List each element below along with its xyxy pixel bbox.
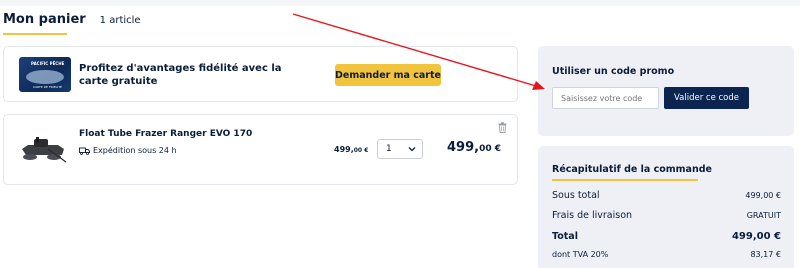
summary-title: Récapitulatif de la commande (552, 164, 712, 175)
card-subtitle: CARTE DE FIDÉLITÉ (33, 85, 62, 89)
unit-price: 499,00 € (334, 145, 368, 154)
cart-line-item: Float Tube Frazer Ranger EVO 170 Expédit… (3, 114, 518, 185)
loyalty-banner: PACIFIC PÊCHE CARTE DE FIDÉLITÉ Profitez… (3, 46, 518, 102)
chevron-down-icon (408, 147, 416, 152)
summary-label: Sous total (552, 190, 600, 201)
page-title: Mon panier (3, 12, 86, 27)
promo-title: Utiliser un code promo (552, 66, 675, 77)
shipping-info: Expédition sous 24 h (79, 146, 177, 155)
summary-label: Total (552, 231, 578, 242)
unit-price-cents: 00 € (353, 147, 369, 154)
order-summary: Récapitulatif de la commande Sous total … (538, 146, 794, 268)
loyalty-text: Profitez d'avantages fidélité avec la ca… (79, 63, 282, 87)
product-image[interactable] (18, 135, 68, 165)
loyalty-card-image: PACIFIC PÊCHE CARTE DE FIDÉLITÉ (19, 57, 71, 92)
summary-label: dont TVA 20% (552, 250, 609, 259)
summary-underline (552, 179, 698, 181)
line-total-main: 499, (447, 140, 480, 155)
summary-value: 83,17 € (750, 250, 781, 259)
line-total-cents: 00 € (479, 144, 501, 154)
promo-panel: Utiliser un code promo Valider ce code (538, 46, 794, 136)
shipping-label: Expédition sous 24 h (93, 146, 177, 155)
unit-price-main: 499, (334, 145, 354, 154)
title-underline (3, 33, 67, 35)
summary-row-vat: dont TVA 20% 83,17 € (552, 250, 781, 259)
cart-item-count: 1 article (99, 15, 141, 26)
card-brand-label: PACIFIC PÊCHE (31, 61, 65, 66)
summary-value: GRATUIT (746, 211, 781, 220)
promo-code-input[interactable] (552, 87, 659, 109)
fish-illustration (26, 70, 64, 84)
product-name[interactable]: Float Tube Frazer Ranger EVO 170 (79, 129, 252, 139)
trash-icon[interactable] (498, 122, 507, 133)
quantity-value: 1 (386, 144, 392, 154)
truck-icon (79, 147, 90, 155)
summary-row-subtotal: Sous total 499,00 € (552, 190, 781, 201)
summary-label: Frais de livraison (552, 210, 633, 221)
line-total: 499,00 € (447, 140, 501, 155)
summary-row-total: Total 499,00 € (552, 231, 781, 242)
top-bar (0, 0, 800, 6)
summary-row-shipping: Frais de livraison GRATUIT (552, 210, 781, 221)
quantity-select[interactable]: 1 (377, 139, 423, 159)
summary-value: 499,00 € (731, 231, 781, 242)
summary-value: 499,00 € (745, 191, 781, 200)
validate-code-button[interactable]: Valider ce code (664, 87, 749, 109)
request-card-button[interactable]: Demander ma carte (335, 64, 441, 86)
